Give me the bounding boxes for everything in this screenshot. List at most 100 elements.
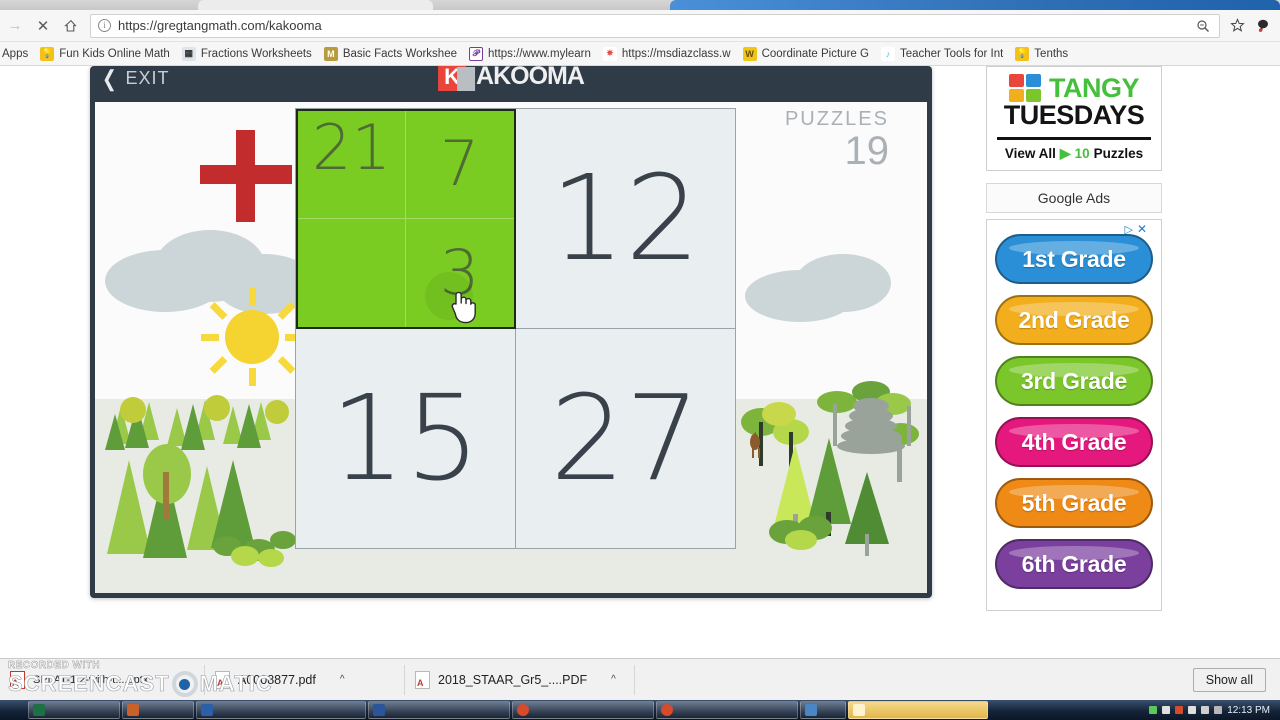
note-icon: ♪ xyxy=(880,46,895,61)
grade-button[interactable]: 3rd Grade xyxy=(995,356,1153,406)
purple-icon: 𝒫 xyxy=(469,46,483,61)
bookmark-label: Fractions Worksheets xyxy=(200,47,312,60)
game-header: ❮ EXIT K AKOOMA xyxy=(90,66,932,102)
grid-quadrant[interactable]: 12 xyxy=(515,109,735,329)
subcell[interactable]: 21 xyxy=(298,111,406,219)
tray-icon[interactable] xyxy=(1175,706,1184,714)
bookmark-apps[interactable]: Apps xyxy=(0,44,34,64)
browser-tab-inactive[interactable] xyxy=(198,0,433,10)
bookmark-label: Fun Kids Online Math xyxy=(59,47,170,60)
back-arrow-icon[interactable]: → xyxy=(2,13,28,39)
web-page-content: ❮ EXIT K AKOOMA 21 7 3 12 15 27 PUZZLES … xyxy=(0,66,1280,658)
chevron-up-icon[interactable]: ^ xyxy=(340,674,345,685)
puzzles-counter: PUZZLES 19 xyxy=(785,108,889,171)
bookmark-label: Basic Facts Workshee xyxy=(342,47,457,60)
bookmark-item[interactable]: 💡 Tenths xyxy=(1009,44,1074,64)
bookmark-item[interactable]: ♪ Teacher Tools for Int xyxy=(875,44,1009,64)
chrome-icon xyxy=(517,704,529,716)
bookmark-label: Teacher Tools for Int xyxy=(899,47,1004,60)
tray-icon[interactable] xyxy=(1201,706,1210,714)
cloud-shape xyxy=(795,254,891,312)
grade-button[interactable]: 6th Grade xyxy=(995,539,1153,589)
lightbulb-icon: 💡 xyxy=(1015,46,1030,61)
logo-text: AKOOMA xyxy=(476,66,585,90)
zoom-magnifier-icon[interactable] xyxy=(1194,17,1212,35)
explorer-icon xyxy=(127,704,139,716)
logo-k-tile: K xyxy=(438,66,476,91)
folder-icon xyxy=(853,704,865,716)
taskbar-item[interactable] xyxy=(656,701,798,719)
bookmark-item[interactable]: M Basic Facts Workshee xyxy=(318,44,463,64)
bookmark-label: https://msdiazclass.w xyxy=(621,47,731,60)
taskbar-item[interactable] xyxy=(28,701,120,719)
exit-label: EXIT xyxy=(125,68,170,88)
browser-toolbar: → ✕ i https://gregtangmath.com/kakooma xyxy=(0,10,1280,42)
download-name: A0008877.pdf xyxy=(238,672,316,687)
download-shelf: SPLAT-1.2-with-t....pptx A0008877.pdf ^ … xyxy=(0,658,1280,700)
download-item[interactable]: SPLAT-1.2-with-t....pptx xyxy=(0,664,205,695)
extension-icon[interactable] xyxy=(1254,17,1272,35)
address-bar[interactable]: i https://gregtangmath.com/kakooma xyxy=(90,13,1220,38)
home-icon[interactable] xyxy=(58,13,84,39)
close-x-icon[interactable]: ✕ xyxy=(30,13,56,39)
grid-quadrant[interactable]: 15 xyxy=(296,328,516,548)
download-item[interactable]: 2018_STAAR_Gr5_....PDF ^ xyxy=(405,664,635,695)
google-ads-label: Google Ads xyxy=(986,183,1162,213)
taskbar-item[interactable] xyxy=(848,701,988,719)
view-all-label: View All xyxy=(1004,146,1056,161)
exit-button[interactable]: ❮ EXIT xyxy=(100,67,170,89)
tuesdays-word: TUESDAYS xyxy=(1003,100,1145,130)
taskbar-item[interactable] xyxy=(800,701,846,719)
grade-button[interactable]: 5th Grade xyxy=(995,478,1153,528)
taskbar-item[interactable] xyxy=(512,701,654,719)
view-all-link[interactable]: View All ▶ 10 Puzzles xyxy=(995,145,1153,162)
plus-operator-icon xyxy=(200,130,292,222)
bookmark-item[interactable]: ✷ https://msdiazclass.w xyxy=(597,44,737,64)
ad-close-x-icon[interactable]: ✕ xyxy=(1137,222,1147,236)
bookmark-item[interactable]: W Coordinate Picture G xyxy=(737,44,875,64)
download-name: SPLAT-1.2-with-t....pptx xyxy=(33,673,149,686)
tray-icon[interactable] xyxy=(1188,706,1197,714)
bookmark-apps-label: Apps xyxy=(2,47,29,60)
right-forest-scenery xyxy=(741,381,919,556)
grade-button[interactable]: 2nd Grade xyxy=(995,295,1153,345)
system-tray: 12:13 PM xyxy=(1149,705,1280,716)
grid-quadrant[interactable]: 27 xyxy=(516,329,736,549)
bookmark-label: Tenths xyxy=(1034,47,1069,60)
tray-icon[interactable] xyxy=(1162,706,1171,714)
bookmark-item[interactable]: 💡 Fun Kids Online Math xyxy=(34,44,176,64)
bookmark-item[interactable]: ▦ Fractions Worksheets xyxy=(176,44,318,64)
taskbar-clock[interactable]: 12:13 PM xyxy=(1227,705,1276,716)
grid-quadrant-selected[interactable]: 21 7 3 xyxy=(296,109,516,329)
browser-tab-active[interactable] xyxy=(670,0,1280,10)
bookmark-item[interactable]: 𝒫 https://www.mylearn xyxy=(463,44,597,64)
browser-window: → ✕ i https://gregtangmath.com/kakooma A… xyxy=(0,0,1280,720)
taskbar-item[interactable] xyxy=(196,701,366,719)
show-all-button[interactable]: Show all xyxy=(1192,667,1266,692)
quadrant-value: 12 xyxy=(550,149,701,288)
subcell[interactable]: 7 xyxy=(405,111,514,219)
bookmarks-bar: Apps 💡 Fun Kids Online Math ▦ Fractions … xyxy=(0,42,1280,66)
grade-levels-ad[interactable]: ▷ ✕ 1st Grade 2nd Grade 3rd Grade 4th Gr… xyxy=(986,219,1162,611)
grade-label: 3rd Grade xyxy=(1021,367,1127,394)
info-circle-icon[interactable]: i xyxy=(98,19,111,32)
grade-button[interactable]: 1st Grade xyxy=(995,234,1153,284)
grade-button[interactable]: 4th Grade xyxy=(995,417,1153,467)
m-icon: M xyxy=(323,46,338,61)
url-text: https://gregtangmath.com/kakooma xyxy=(118,18,322,33)
sun-ray xyxy=(249,288,256,306)
taskbar-item[interactable] xyxy=(368,701,510,719)
bookmark-star-icon[interactable] xyxy=(1228,17,1246,35)
tray-icon[interactable] xyxy=(1214,706,1223,714)
left-forest-scenery xyxy=(105,395,296,567)
subcell[interactable] xyxy=(298,218,406,327)
tangy-tuesdays-ad[interactable]: TANGY TUESDAYS View All ▶ 10 Puzzles xyxy=(986,66,1162,171)
tray-icon[interactable] xyxy=(1149,706,1158,714)
grade-label: 5th Grade xyxy=(1021,489,1127,516)
w-icon: W xyxy=(742,46,757,61)
chevron-up-icon[interactable]: ^ xyxy=(611,674,616,685)
download-item[interactable]: A0008877.pdf ^ xyxy=(205,664,405,695)
subcell-value: 7 xyxy=(439,127,480,201)
taskbar-item[interactable] xyxy=(122,701,194,719)
bookmark-label: https://www.mylearn xyxy=(488,47,591,60)
